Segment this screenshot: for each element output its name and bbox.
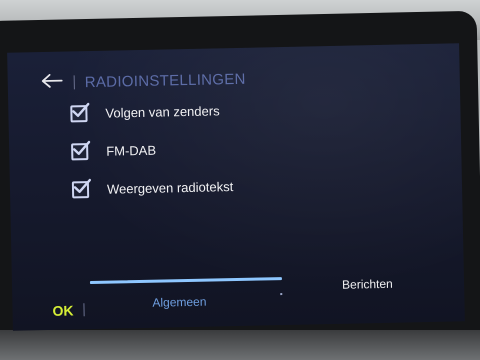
infotainment-screen: RADIOINSTELLINGEN Volgen van zenders FM-… — [7, 43, 465, 331]
tab-divider-dot — [280, 293, 283, 296]
setting-label: Weergeven radiotekst — [106, 179, 234, 197]
tab-algemeen[interactable]: Algemeen — [152, 295, 206, 310]
checkbox-follow-stations[interactable] — [70, 102, 90, 123]
header-separator — [73, 75, 75, 90]
tab-berichten[interactable]: Berichten — [342, 277, 393, 292]
screen-header: RADIOINSTELLINGEN — [38, 66, 246, 96]
setting-follow-stations[interactable]: Volgen van zenders — [70, 102, 220, 123]
arrow-left-icon — [41, 73, 63, 92]
setting-fm-dab[interactable]: FM-DAB — [71, 140, 157, 161]
setting-label: Volgen van zenders — [105, 103, 220, 121]
ok-button[interactable]: OK — [52, 302, 73, 318]
page-title: RADIOINSTELLINGEN — [84, 70, 246, 91]
checkbox-radiotext[interactable] — [71, 178, 92, 199]
checkbox-fm-dab[interactable] — [71, 140, 91, 161]
bottom-tab-bar: OK Algemeen Berichten — [12, 263, 465, 330]
dashboard-bottom — [0, 330, 480, 360]
ok-separator — [83, 303, 85, 317]
setting-label: FM-DAB — [106, 142, 157, 159]
back-button[interactable] — [38, 70, 67, 97]
setting-radiotext[interactable]: Weergeven radiotekst — [71, 178, 234, 199]
active-tab-indicator — [89, 277, 282, 285]
